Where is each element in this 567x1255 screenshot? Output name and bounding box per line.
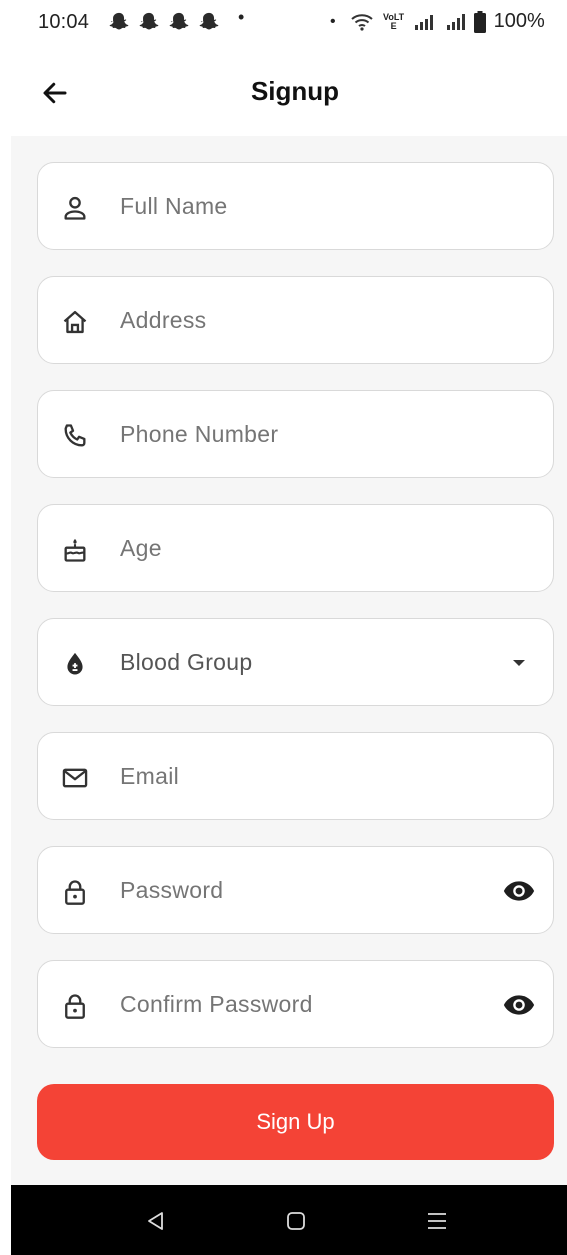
status-dot: • — [330, 12, 336, 30]
home-icon — [60, 307, 90, 337]
battery-percentage: 100% — [493, 10, 545, 32]
nav-recents-button[interactable] — [419, 1203, 455, 1239]
age-field[interactable] — [37, 504, 554, 592]
battery-icon — [473, 10, 486, 33]
email-input[interactable] — [120, 763, 480, 790]
age-input[interactable] — [120, 535, 480, 562]
mail-icon — [60, 763, 90, 793]
blood-group-dropdown[interactable]: Blood Group — [37, 618, 554, 706]
snapchat-icon — [199, 12, 219, 30]
confirm-password-field[interactable] — [37, 960, 554, 1048]
lock-icon — [60, 877, 90, 907]
lock-icon — [60, 991, 90, 1021]
snapchat-icon — [169, 12, 189, 30]
back-triangle-icon — [148, 1212, 163, 1230]
notification-icons — [108, 11, 220, 33]
page-title: Signup — [250, 76, 340, 106]
notification-dot: • — [238, 7, 245, 27]
status-time: 10:04 — [38, 11, 90, 33]
cake-icon — [60, 535, 90, 565]
password-field[interactable] — [37, 846, 554, 934]
confirm-password-input[interactable] — [120, 991, 480, 1018]
home-square-icon — [287, 1212, 305, 1230]
recents-menu-icon — [428, 1213, 446, 1229]
blood-drop-icon — [60, 649, 90, 679]
address-field[interactable] — [37, 276, 554, 364]
full-name-field[interactable] — [37, 162, 554, 250]
snapchat-icon — [139, 12, 159, 30]
sign-up-button[interactable]: Sign Up — [37, 1084, 554, 1160]
phone-number-input[interactable] — [120, 421, 480, 448]
full-name-input[interactable] — [120, 193, 480, 220]
signup-form: Blood Group — [11, 136, 567, 1185]
signal-icon — [446, 13, 465, 30]
nav-back-button[interactable] — [138, 1203, 174, 1239]
status-right-cluster: • VoLTE 100% — [330, 10, 545, 33]
phone-number-field[interactable] — [37, 390, 554, 478]
address-input[interactable] — [120, 307, 480, 334]
nav-home-button[interactable] — [278, 1203, 314, 1239]
wifi-icon — [350, 13, 373, 31]
email-field[interactable] — [37, 732, 554, 820]
signup-screen: 10:04 • • VoLTE 100% Signup Full Name Ad… — [0, 0, 567, 1255]
dropdown-arrow-icon[interactable] — [501, 647, 537, 679]
password-input[interactable] — [120, 877, 480, 904]
system-navigation-bar — [11, 1185, 567, 1255]
status-bar: 10:04 • • VoLTE 100% — [0, 0, 567, 46]
app-bar: Signup — [0, 56, 567, 132]
phone-icon — [60, 421, 90, 451]
signal-icon — [414, 14, 433, 30]
volte-label: VoLTE — [383, 12, 405, 31]
eye-icon[interactable] — [501, 989, 537, 1021]
blood-group-label: Blood Group — [120, 649, 253, 675]
eye-icon[interactable] — [501, 875, 537, 907]
person-icon — [60, 193, 90, 223]
snapchat-icon — [109, 12, 129, 30]
